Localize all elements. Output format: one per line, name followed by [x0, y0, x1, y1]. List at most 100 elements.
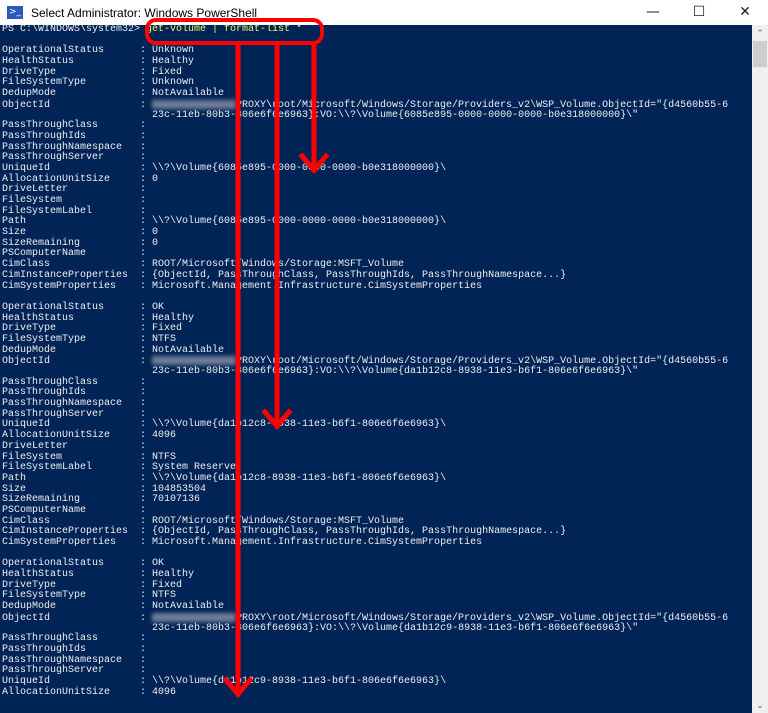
- property-value: OK: [152, 301, 165, 313]
- property-line: DriveLetter:: [2, 440, 752, 453]
- property-value: \\?\Volume{6085e895-0000-0000-0000-b0e31…: [152, 216, 447, 228]
- property-value: 0: [152, 237, 159, 249]
- property-line: FileSystemType: Unknown: [2, 78, 752, 89]
- separator: :: [140, 141, 153, 153]
- property-line: UniqueId: \\?\Volume{da1b12c9-8938-11e3-…: [2, 675, 752, 688]
- property-value: Healthy: [152, 56, 195, 68]
- separator: :: [140, 515, 153, 527]
- property-value: 23c-11eb-80b3-806e6f6e6963}:VO:\\?\Volum…: [152, 109, 639, 121]
- maximize-button[interactable]: ☐: [676, 0, 722, 25]
- separator: :: [140, 419, 153, 431]
- property-line: PassThroughClass:: [2, 633, 752, 645]
- separator: :: [140, 590, 153, 602]
- property-line: 23c-11eb-80b3-806e6f6e6963}:VO:\\?\Volum…: [2, 623, 752, 635]
- property-name: DedupMode: [2, 601, 57, 613]
- separator: :: [140, 387, 153, 399]
- property-line: AllocationUnitSize: 0: [2, 173, 752, 186]
- property-line: 23c-11eb-80b3-806e6f6e6963}:VO:\\?\Volum…: [2, 109, 752, 122]
- separator: :: [140, 654, 153, 666]
- property-value: NotAvailable: [152, 601, 225, 613]
- separator: :: [140, 259, 153, 271]
- property-value: \\?\Volume{da1b12c9-8938-11e3-b6f1-806e6…: [152, 675, 447, 687]
- separator: :: [140, 344, 153, 356]
- separator: :: [140, 312, 153, 324]
- property-name: DriveLetter: [2, 440, 69, 452]
- property-line: Size: 104853504: [2, 484, 752, 496]
- minimize-button[interactable]: —: [630, 0, 676, 25]
- property-value: Healthy: [152, 312, 195, 324]
- property-value: \\?\Volume{6085e895-0000-0000-0000-b0e31…: [152, 162, 447, 174]
- property-value: ROOT/Microsoft/Windows/Storage:MSFT_Volu…: [152, 259, 405, 271]
- property-line: AllocationUnitSize: 4096: [2, 686, 752, 699]
- separator: :: [140, 195, 153, 206]
- separator: [140, 366, 152, 377]
- property-value: \\?\Volume{da1b12c8-8938-11e3-b6f1-806e6…: [152, 472, 447, 484]
- separator: :: [140, 88, 153, 100]
- scroll-thumb[interactable]: [753, 41, 767, 67]
- property-value: 4096: [152, 686, 177, 698]
- property-line: DedupMode: NotAvailable: [2, 601, 752, 613]
- separator: :: [140, 665, 153, 677]
- property-value: 70107136: [152, 494, 201, 506]
- separator: :: [140, 451, 153, 463]
- property-line: OperationalStatus: OK: [2, 559, 752, 570]
- property-line: UniqueId: \\?\Volume{6085e895-0000-0000-…: [2, 162, 752, 175]
- property-line: PassThroughClass:: [2, 120, 752, 132]
- close-button[interactable]: ✕: [722, 0, 768, 25]
- property-line: OperationalStatus: OK: [2, 301, 752, 314]
- property-line: SizeRemaining: 70107136: [2, 494, 752, 506]
- property-name: OperationalStatus: [2, 301, 105, 313]
- property-line: DriveType: Fixed: [2, 323, 752, 335]
- property-line: AllocationUnitSize: 4096: [2, 430, 752, 442]
- separator: :: [140, 130, 153, 142]
- separator: :: [140, 162, 153, 174]
- property-line: DriveType: Fixed: [2, 580, 752, 592]
- separator: :: [140, 398, 153, 410]
- separator: [140, 110, 152, 121]
- property-line: HealthStatus: Healthy: [2, 312, 752, 325]
- property-value: 0: [152, 227, 159, 239]
- separator: :: [140, 301, 153, 313]
- separator: [140, 623, 152, 634]
- property-value: Fixed: [152, 323, 183, 335]
- separator: :: [140, 526, 153, 538]
- window-title: Select Administrator: Windows PowerShell: [31, 5, 258, 20]
- separator: :: [140, 152, 153, 164]
- redacted-region: [152, 356, 237, 366]
- separator: :: [140, 45, 153, 57]
- scroll-down-icon[interactable]: ⌄: [752, 697, 768, 713]
- property-line: SizeRemaining: 0: [2, 237, 752, 250]
- separator: :: [140, 440, 153, 452]
- property-line: FileSystemType: NTFS: [2, 591, 752, 602]
- property-line: DedupMode: NotAvailable: [2, 88, 752, 100]
- property-line: DriveLetter:: [2, 184, 752, 196]
- console-output[interactable]: PS C:\WINDOWS\system32> get-volume | for…: [0, 25, 752, 713]
- separator: :: [140, 633, 153, 645]
- separator: :: [140, 333, 153, 345]
- separator: :: [140, 237, 153, 249]
- property-value: 0: [152, 173, 159, 185]
- separator: :: [140, 216, 153, 228]
- property-line: CimSystemProperties: Microsoft.Managemen…: [2, 281, 752, 293]
- property-value: Healthy: [152, 569, 195, 581]
- property-value: {ObjectId, PassThroughClass, PassThrough…: [152, 526, 567, 538]
- property-value: {ObjectId, PassThroughClass, PassThrough…: [152, 269, 567, 281]
- separator: :: [140, 173, 153, 185]
- vertical-scrollbar[interactable]: ⌃ ⌄: [752, 25, 768, 713]
- separator: :: [140, 643, 153, 655]
- property-line: DedupMode: NotAvailable: [2, 344, 752, 357]
- scroll-up-icon[interactable]: ⌃: [752, 25, 768, 41]
- property-value: 4096: [152, 430, 177, 442]
- property-value: ROOT/Microsoft/Windows/Storage:MSFT_Volu…: [152, 515, 405, 527]
- separator: :: [140, 537, 153, 548]
- separator: :: [140, 462, 153, 474]
- property-value: 23c-11eb-80b3-806e6f6e6963}:VO:\\?\Volum…: [152, 366, 639, 377]
- property-value: NotAvailable: [152, 88, 225, 100]
- redacted-region: [152, 612, 237, 622]
- property-value: NTFS: [152, 333, 177, 345]
- property-line: FileSystem: NTFS: [2, 451, 752, 464]
- powershell-icon: >_: [7, 6, 23, 19]
- separator: :: [140, 248, 153, 260]
